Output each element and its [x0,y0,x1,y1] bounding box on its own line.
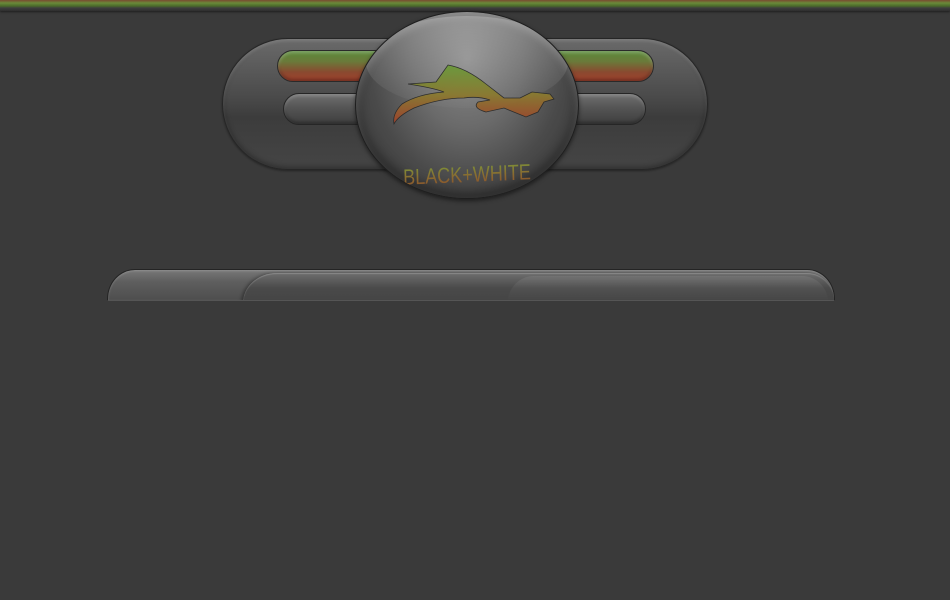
logo-text: BLACK+WHITE [376,158,559,192]
navigation-bar-glow [508,276,828,300]
site-logo[interactable]: BLACK+WHITE [355,11,579,199]
bird-head-icon [393,64,555,126]
navigation-bar [107,269,835,301]
top-color-bar [0,0,950,11]
